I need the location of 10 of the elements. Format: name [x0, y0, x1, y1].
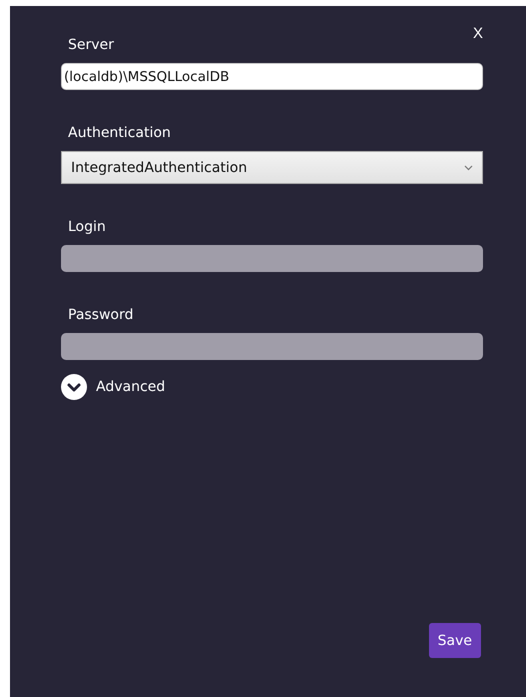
- authentication-dropdown[interactable]: IntegratedAuthentication: [61, 151, 483, 184]
- field-label: Password: [67, 306, 134, 324]
- field-label: Server: [67, 36, 115, 54]
- save-button[interactable]: Save: [428, 623, 481, 658]
- close-button[interactable]: X: [472, 24, 483, 42]
- advanced-toggle[interactable]: Advanced: [61, 374, 166, 400]
- field-label: Authentication: [67, 124, 172, 142]
- caret-icon: [464, 164, 473, 170]
- input-field[interactable]: (localdb)\MSSQLLocalDB: [61, 63, 483, 90]
- field-label: Login: [67, 218, 107, 236]
